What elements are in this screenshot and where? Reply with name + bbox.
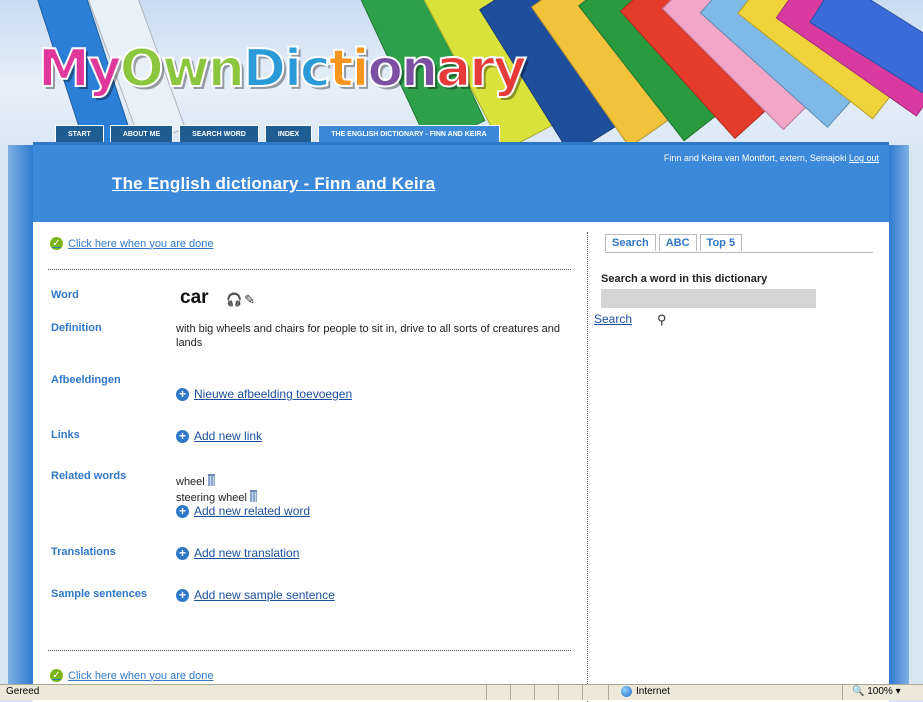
plus-icon: + <box>176 588 189 602</box>
status-divider <box>582 685 583 700</box>
site-logo[interactable]: My Own Dic ti on ary <box>37 34 528 104</box>
banner: My Own Dic ti on ary START ABOUT ME SEAR… <box>0 0 923 145</box>
logo-part: Dic <box>242 38 332 100</box>
definition-label: Definition <box>51 322 102 334</box>
done-label: Click here when you are done <box>68 237 214 250</box>
zoom-level: 100% <box>867 686 893 697</box>
tab-abc[interactable]: ABC <box>658 234 697 251</box>
globe-icon <box>621 686 632 697</box>
add-link-label: Add new link <box>194 429 263 443</box>
page-right-edge <box>889 145 909 685</box>
search-icon[interactable]: ⚲ <box>657 312 667 328</box>
dictionary-header: Finn and Keira van Montfort, extern, Sei… <box>33 142 889 222</box>
nav-tab-english-dictionary[interactable]: THE ENGLISH DICTIONARY - FINN AND KEIRA <box>318 125 500 143</box>
definition-value: with big wheels and chairs for people to… <box>176 323 560 349</box>
page-left-edge <box>8 145 33 685</box>
logout-link[interactable]: Log out <box>849 153 879 163</box>
plus-icon: + <box>176 504 189 518</box>
trash-icon[interactable] <box>249 490 257 502</box>
links-label: Links <box>51 429 80 441</box>
translations-label: Translations <box>51 546 116 558</box>
word-label: Word <box>51 289 79 301</box>
nav-tab-start[interactable]: START <box>55 125 104 143</box>
trash-icon[interactable] <box>207 474 215 486</box>
done-label: Click here when you are done <box>68 669 214 682</box>
search-heading: Search a word in this dictionary <box>601 273 768 285</box>
status-divider <box>558 685 559 700</box>
tab-top-5[interactable]: Top 5 <box>699 234 743 251</box>
related-word-item: wheel <box>176 474 215 488</box>
search-input[interactable] <box>601 289 816 308</box>
plus-icon: + <box>176 387 189 401</box>
sample-sentences-label: Sample sentences <box>51 588 147 600</box>
images-label: Afbeeldingen <box>51 374 121 386</box>
column-separator <box>587 232 588 702</box>
status-divider <box>510 685 511 700</box>
user-name: Finn and Keira van Montfort, extern, Sei… <box>663 153 847 163</box>
add-related-word-link[interactable]: + Add new related word <box>176 504 310 518</box>
word-value: car <box>180 287 209 308</box>
check-icon: ✓ <box>50 669 63 682</box>
divider <box>48 650 571 651</box>
status-divider <box>534 685 535 700</box>
status-divider <box>486 685 487 700</box>
add-related-word-label: Add new related word <box>194 504 311 518</box>
logo-part: ti <box>328 38 371 100</box>
logo-part: on <box>366 38 439 100</box>
status-divider <box>608 685 609 700</box>
related-word-text: wheel <box>176 476 205 488</box>
related-words-label: Related words <box>51 470 127 482</box>
security-zone[interactable]: Internet <box>621 686 670 697</box>
nav-tab-search-word[interactable]: SEARCH WORD <box>179 125 259 143</box>
logo-part: My <box>37 38 123 100</box>
done-link-top[interactable]: ✓ Click here when you are done <box>50 237 214 250</box>
add-sample-sentence-label: Add new sample sentence <box>194 588 335 602</box>
zoom-icon: 🔍 <box>852 686 865 697</box>
sidebar-tabs: Search ABC Top 5 <box>605 234 873 253</box>
add-translation-link[interactable]: + Add new translation <box>176 546 299 560</box>
dictionary-title[interactable]: The English dictionary - Finn and Keira <box>112 174 435 194</box>
nav-tab-about-me[interactable]: ABOUT ME <box>109 125 174 143</box>
user-info: Finn and Keira van Montfort, extern, Sei… <box>664 153 879 163</box>
divider <box>48 269 571 270</box>
add-sample-sentence-link[interactable]: + Add new sample sentence <box>176 588 335 602</box>
nav-tab-index[interactable]: INDEX <box>264 125 313 143</box>
related-word-text: steering wheel <box>176 492 247 504</box>
logo-part: Own <box>119 38 246 100</box>
plus-icon: + <box>176 546 189 560</box>
check-icon: ✓ <box>50 237 63 250</box>
search-link[interactable]: Search <box>594 312 632 326</box>
add-image-label: Nieuwe afbeelding toevoegen <box>194 387 353 401</box>
done-link-bottom[interactable]: ✓ Click here when you are done <box>50 669 214 682</box>
add-image-link[interactable]: + Nieuwe afbeelding toevoegen <box>176 387 352 401</box>
main-nav: START ABOUT ME SEARCH WORD INDEX THE ENG… <box>55 125 500 143</box>
plus-icon: + <box>176 429 189 443</box>
add-link-link[interactable]: + Add new link <box>176 429 262 443</box>
logo-part: ary <box>435 38 528 100</box>
status-bar: Gereed Internet 🔍 100% ▾ <box>0 684 923 700</box>
status-text: Gereed <box>6 686 40 697</box>
page-content: Finn and Keira van Montfort, extern, Sei… <box>33 142 889 702</box>
headphone-pencil-icon[interactable]: 🎧✎ <box>226 292 257 308</box>
related-word-item: steering wheel <box>176 490 257 504</box>
status-divider <box>842 685 843 700</box>
tab-search[interactable]: Search <box>605 234 656 251</box>
zoom-control[interactable]: 🔍 100% ▾ <box>852 686 901 697</box>
zone-label: Internet <box>636 686 670 697</box>
add-translation-label: Add new translation <box>194 546 300 560</box>
